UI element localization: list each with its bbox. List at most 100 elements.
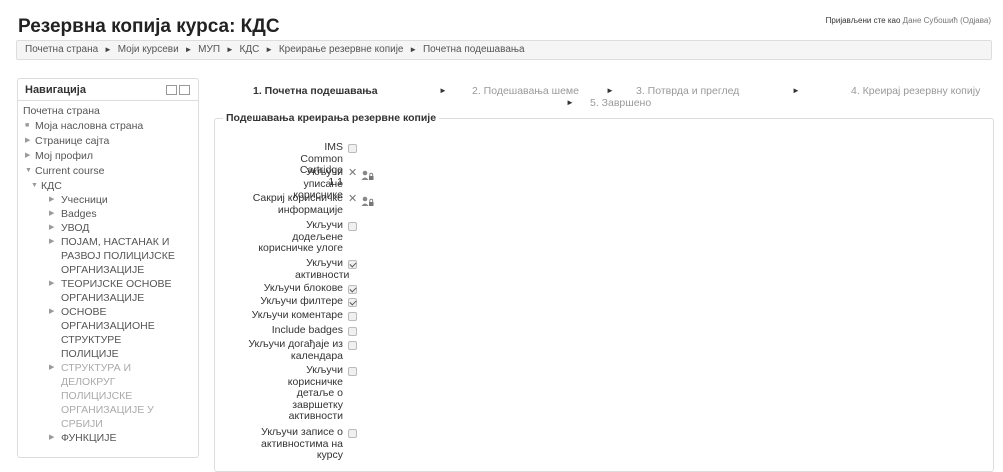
nav-item-section[interactable]: ▶ ФУНКЦИЈЕ [23,431,193,445]
nav-item-label: ТЕОРИЈСКЕ ОСНОВЕ ОРГАНИЗАЦИЈЕ [61,278,172,304]
disabled-x-icon: ✕ [348,167,358,179]
completion-details-checkbox[interactable] [348,366,357,376]
nav-item-my-profile[interactable]: ▶ Мој профил [23,149,193,163]
settings-legend: Подешавања креирања резервне копије [226,112,437,124]
nav-item-label: ФУНКЦИЈЕ [61,432,117,444]
setting-label: Укључи записе о активностима на курсу [261,426,343,461]
nav-item-label: ОСНОВЕ ОРГАНИЗАЦИОНЕ СТРУКТУРЕ ПОЛИЦИЈЕ [61,306,155,360]
nav-item-home[interactable]: Почетна страна [23,104,193,118]
setting-label: Укључи догађаје из календара [248,338,343,362]
breadcrumb-current: Почетна подешавања [422,44,525,55]
expand-arrow-icon: ▶ [49,434,55,441]
breadcrumb-separator: ► [265,45,274,54]
nav-item-label: Моја насловна страна [35,120,144,132]
step-complete: 5. Завршено [590,97,652,109]
navigation-block: Навигација Почетна страна ■ Моја насловна… [17,78,199,458]
breadcrumb-home[interactable]: Почетна страна [25,44,98,55]
blocks-checkbox[interactable] [348,284,357,294]
setting-control [348,365,357,377]
setting-control [348,339,357,351]
collapse-arrow-icon: ▼ [31,182,38,189]
badges-checkbox[interactable] [348,326,357,336]
nav-item-current-course[interactable]: ▼ Current course [23,164,193,178]
breadcrumb-my-courses[interactable]: Моји курсеви [118,44,179,55]
setting-control [348,310,357,322]
step-confirm-review: 3. Потврда и преглед [636,85,740,97]
setting-label: Сакриј корисничке информације [252,192,343,216]
setting-label: Include badges [271,324,343,336]
bullet-icon: ■ [25,122,30,129]
collapse-icon[interactable] [179,85,190,96]
calendar-events-checkbox[interactable] [348,340,357,350]
nav-item-course-kds[interactable]: ▼ КДС [23,179,193,193]
disabled-x-icon: ✕ [348,193,358,205]
backup-settings-fieldset: Подешавања креирања резервне копије IMS … [214,112,994,472]
nav-item-label: УВОД [61,222,90,234]
nav-item-section[interactable]: ▶ УВОД [23,221,193,235]
breadcrumb-backup[interactable]: Креирање резервне копије [279,44,404,55]
setting-label: Укључи филтере [260,295,343,307]
nav-item-participants[interactable]: ▶ Учесници [23,193,193,207]
setting-label: Укључи активности [295,257,350,281]
breadcrumb-separator: ► [184,45,193,54]
navigation-title: Навигација [25,84,86,96]
breadcrumb-course[interactable]: КДС [240,44,260,55]
setting-label: Укључи корисничке детаље о завршетку акт… [287,364,343,422]
role-assignments-checkbox[interactable] [348,221,357,231]
logout-link[interactable]: (Одјава) [960,16,991,25]
breadcrumb-separator: ► [225,45,234,54]
step-initial-settings: 1. Почетна подешавања [253,85,378,97]
nav-item-label: Current course [35,165,105,177]
dock-icon[interactable] [166,85,177,96]
setting-label: Укључи блокове [263,282,343,294]
user-lock-icon[interactable] [361,194,374,206]
filters-checkbox[interactable] [348,297,357,307]
nav-item-label: КДС [41,180,62,192]
nav-item-label: СТРУКТУРА И ДЕЛОКРУГ ПОЛИЦИЈСКЕ ОРГАНИЗА… [61,362,154,430]
expand-arrow-icon: ▶ [49,210,55,217]
setting-control [348,427,357,439]
expand-arrow-icon: ▶ [49,238,55,245]
breadcrumb: Почетна страна ► Моји курсеви ► МУП ► КД… [16,40,992,60]
step-schema-settings: 2. Подешавања шеме [472,85,579,97]
step-perform-backup-line1: 4. Креирај резервну копију [851,85,980,97]
nav-item-section[interactable]: ▶ ОСНОВЕ ОРГАНИЗАЦИОНЕ СТРУКТУРЕ ПОЛИЦИЈЕ [23,305,193,361]
navigation-header: Навигација [18,79,198,101]
nav-item-badges[interactable]: ▶ Badges [23,207,193,221]
nav-item-section[interactable]: ▶ ПОЈАМ, НАСТАНАК И РАЗВОЈ ПОЛИЦИЈСКЕ ОРГ… [23,235,193,277]
backup-page: Пријављени сте као Дане Субошић (Одјава)… [0,0,1003,472]
expand-arrow-icon: ▶ [49,280,55,287]
setting-control: ✕ [348,167,374,180]
nav-item-label: Странице сајта [35,135,110,147]
expand-arrow-icon: ▶ [25,137,31,144]
nav-item-label: Badges [61,208,97,220]
collapse-arrow-icon: ▼ [25,167,32,174]
activities-checkbox[interactable] [348,259,357,269]
block-tools [164,84,190,96]
setting-control [348,220,357,232]
nav-item-dashboard[interactable]: ■ Моја насловна страна [23,119,193,133]
user-lock-icon[interactable] [361,168,374,180]
imscc-checkbox[interactable] [348,143,357,153]
breadcrumb-separator: ► [103,45,112,54]
setting-control [348,325,357,337]
user-name-link[interactable]: Дане Субошић [903,16,958,25]
logs-checkbox[interactable] [348,428,357,438]
nav-item-section[interactable]: ▶ ТЕОРИЈСКЕ ОСНОВЕ ОРГАНИЗАЦИЈЕ [23,277,193,305]
setting-control: ✕ [348,193,374,206]
nav-item-label: Почетна страна [23,105,100,117]
nav-item-section-hidden[interactable]: ▶ СТРУКТУРА И ДЕЛОКРУГ ПОЛИЦИЈСКЕ ОРГАНИЗ… [23,361,193,431]
nav-item-site-pages[interactable]: ▶ Странице сајта [23,134,193,148]
breadcrumb-category[interactable]: МУП [198,44,220,55]
expand-arrow-icon: ▶ [49,364,55,371]
login-prefix: Пријављени сте као [825,16,901,25]
setting-control [348,142,357,154]
expand-arrow-icon: ▶ [49,196,55,203]
comments-checkbox[interactable] [348,311,357,321]
nav-item-label: Мој профил [35,150,93,162]
step-arrow-icon: ► [439,86,447,95]
setting-control [348,296,357,308]
breadcrumb-separator: ► [409,45,418,54]
expand-arrow-icon: ▶ [25,152,31,159]
navigation-tree: Почетна страна ■ Моја насловна страна ▶ Ст… [18,101,198,448]
